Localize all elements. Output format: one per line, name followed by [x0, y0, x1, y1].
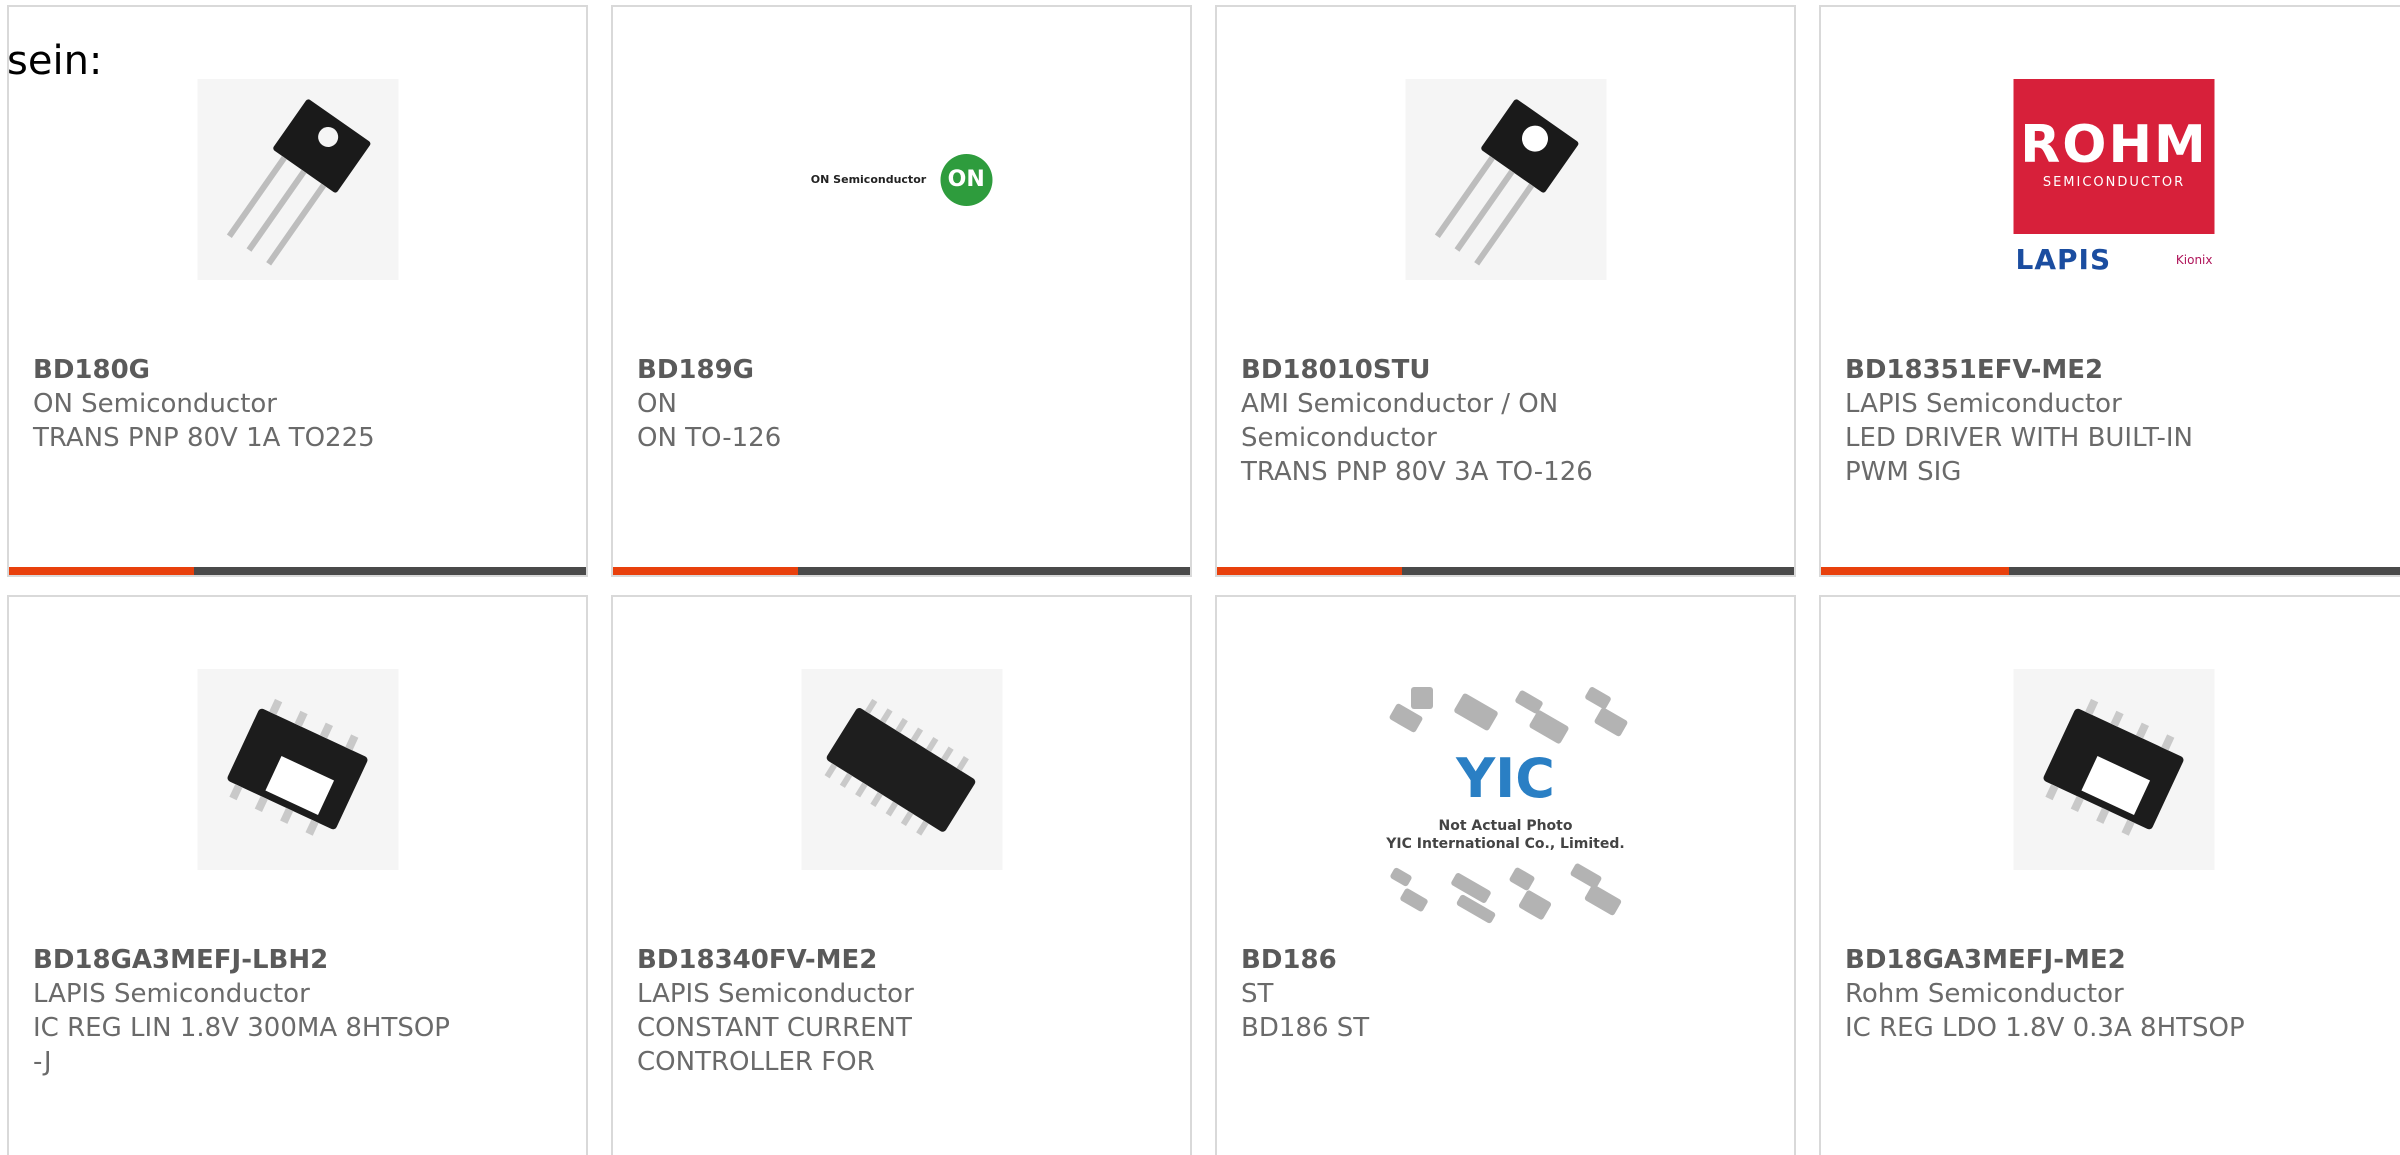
progress-fill [1217, 567, 1402, 575]
part-number[interactable]: BD189G [637, 353, 1067, 387]
logo-text: ON Semiconductor [810, 173, 927, 186]
product-card[interactable]: BD180G ON Semiconductor TRANS PNP 80V 1A… [7, 5, 588, 577]
product-info: BD189G ON ON TO-126 [637, 353, 1067, 455]
manufacturer: LAPIS Semiconductor [637, 979, 914, 1009]
progress-fill [613, 567, 798, 575]
manufacturer: ON [637, 389, 677, 419]
product-card[interactable]: BD18010STU AMI Semiconductor / ON Semico… [1215, 5, 1796, 577]
product-card[interactable]: BD18GA3MEFJ-ME2 Rohm Semiconductor IC RE… [1819, 595, 2400, 1155]
rohm-logo-subtext: SEMICONDUCTOR [2042, 175, 2186, 190]
product-card[interactable]: ROHM SEMICONDUCTOR LAPIS Kionix BD18351E… [1819, 5, 2400, 577]
yic-caption: Not Actual Photo YIC International Co., … [1371, 817, 1641, 853]
description: TRANS PNP 80V 1A TO225 [33, 423, 375, 453]
manufacturer: ON Semiconductor [33, 389, 277, 419]
lead-text: sein: [7, 38, 103, 84]
product-info: BD18GA3MEFJ-ME2 Rohm Semiconductor IC RE… [1845, 943, 2275, 1045]
kionix-logo-text: Kionix [2175, 252, 2213, 267]
progress-bar [9, 567, 586, 575]
part-number[interactable]: BD18GA3MEFJ-LBH2 [33, 943, 463, 977]
htsop-chip-icon [197, 669, 398, 870]
product-info: BD18340FV-ME2 LAPIS Semiconductor CONSTA… [637, 943, 1067, 1079]
htsop-chip-icon [2013, 669, 2215, 870]
product-card[interactable]: BD18340FV-ME2 LAPIS Semiconductor CONSTA… [611, 595, 1192, 1155]
description: BD186 ST [1241, 1013, 1370, 1043]
on-badge-icon: ON [940, 153, 993, 206]
description: ON TO-126 [637, 423, 782, 453]
product-grid: sein: BD180G ON Semiconductor TRANS PNP … [0, 0, 2400, 1155]
part-number[interactable]: BD180G [33, 353, 463, 387]
product-card[interactable]: YIC Not Actual Photo YIC International C… [1215, 595, 1796, 1155]
yic-caption-line2: YIC International Co., Limited. [1386, 836, 1625, 852]
product-info: BD186 ST BD186 ST [1241, 943, 1671, 1045]
description: IC REG LIN 1.8V 300MA 8HTSOP-J [33, 1013, 450, 1077]
product-info: BD180G ON Semiconductor TRANS PNP 80V 1A… [33, 353, 463, 455]
product-card[interactable]: ON Semiconductor ON BD189G ON ON TO-126 [611, 5, 1192, 577]
to126-transistor-icon [197, 79, 398, 280]
progress-fill [9, 567, 194, 575]
on-semiconductor-logo: ON Semiconductor ON [801, 79, 1002, 280]
yic-placeholder-image: YIC Not Actual Photo YIC International C… [1371, 685, 1641, 927]
rohm-logo-text: ROHM [2020, 115, 2208, 175]
manufacturer: ST [1241, 979, 1274, 1009]
chip-collage-icon [1381, 685, 1631, 747]
chip-collage-icon [1381, 862, 1631, 927]
progress-bar [1217, 567, 1794, 575]
progress-bar [613, 567, 1190, 575]
part-number[interactable]: BD18340FV-ME2 [637, 943, 1067, 977]
progress-bar [1821, 567, 2400, 575]
description: LED DRIVER WITH BUILT-IN PWM SIG [1845, 423, 2194, 487]
yic-caption-line1: Not Actual Photo [1438, 818, 1573, 834]
description: IC REG LDO 1.8V 0.3A 8HTSOP [1845, 1013, 2245, 1043]
product-info: BD18351EFV-ME2 LAPIS Semiconductor LED D… [1845, 353, 2275, 489]
progress-fill [1821, 567, 2009, 575]
part-number[interactable]: BD18010STU [1241, 353, 1671, 387]
part-number[interactable]: BD18351EFV-ME2 [1845, 353, 2275, 387]
lapis-logo-text: LAPIS [2015, 243, 2112, 276]
description: CONSTANT CURRENT CONTROLLER FOR [637, 1013, 912, 1077]
part-number[interactable]: BD18GA3MEFJ-ME2 [1845, 943, 2275, 977]
manufacturer: LAPIS Semiconductor [33, 979, 310, 1009]
product-info: BD18GA3MEFJ-LBH2 LAPIS Semiconductor IC … [33, 943, 463, 1079]
manufacturer: LAPIS Semiconductor [1845, 389, 2122, 419]
product-info: BD18010STU AMI Semiconductor / ON Semico… [1241, 353, 1671, 489]
manufacturer: AMI Semiconductor / ON Semiconductor [1241, 389, 1559, 453]
manufacturer: Rohm Semiconductor [1845, 979, 2124, 1009]
description: TRANS PNP 80V 3A TO-126 [1241, 457, 1593, 487]
yic-logo-text: YIC [1456, 747, 1555, 810]
product-card[interactable]: BD18GA3MEFJ-LBH2 LAPIS Semiconductor IC … [7, 595, 588, 1155]
rohm-lapis-kionix-logo: ROHM SEMICONDUCTOR LAPIS Kionix [2013, 79, 2215, 280]
tssop-chip-icon [801, 669, 1002, 870]
to126-transistor-icon [1405, 79, 1606, 280]
part-number[interactable]: BD186 [1241, 943, 1671, 977]
